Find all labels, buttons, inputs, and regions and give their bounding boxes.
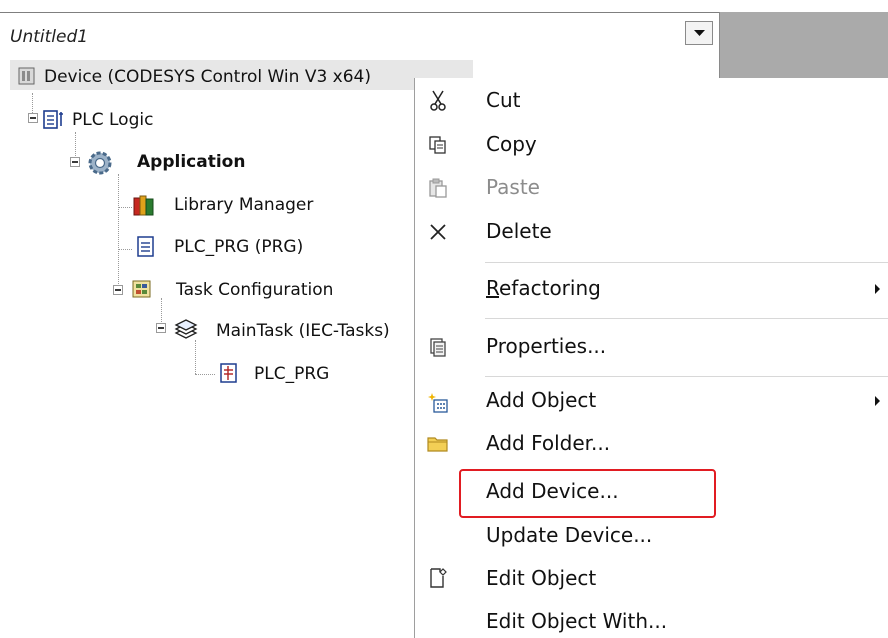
gear-icon <box>87 150 113 180</box>
program-call-icon <box>218 362 242 388</box>
books-icon <box>132 194 156 220</box>
tree-guide <box>118 174 119 292</box>
document-icon <box>136 236 156 262</box>
tree-item-library-manager[interactable]: Library Manager <box>174 195 313 215</box>
menu-item-update-device[interactable]: Update Device... <box>486 523 652 547</box>
menu-item-add-folder[interactable]: Add Folder... <box>486 431 610 455</box>
submenu-arrow-icon <box>875 396 880 406</box>
tree-item-task-configuration[interactable]: Task Configuration <box>176 280 333 300</box>
tree-guide <box>195 340 196 374</box>
collapse-toggle[interactable] <box>70 157 80 167</box>
submenu-arrow-icon <box>875 284 880 294</box>
menu-separator <box>485 376 888 377</box>
collapse-toggle[interactable] <box>156 323 166 333</box>
project-title: Untitled1 <box>10 27 89 47</box>
copy-icon <box>425 132 451 158</box>
task-config-icon <box>130 278 154 304</box>
menu-item-delete[interactable]: Delete <box>486 219 552 243</box>
menu-item-copy[interactable]: Copy <box>486 132 537 156</box>
collapse-toggle[interactable] <box>113 285 123 295</box>
project-dropdown-button[interactable] <box>685 21 713 45</box>
plc-logic-icon <box>43 110 67 134</box>
delete-x-icon <box>425 219 451 245</box>
highlight-box <box>459 469 716 518</box>
menu-item-edit-object-with[interactable]: Edit Object With... <box>486 609 667 633</box>
tree-item-plc-logic[interactable]: PLC Logic <box>72 110 153 130</box>
menu-item-add-object[interactable]: Add Object <box>486 388 596 412</box>
properties-icon <box>425 334 451 360</box>
tree-item-maintask[interactable]: MainTask (IEC-Tasks) <box>216 321 390 341</box>
tree-guide <box>118 249 132 250</box>
menu-item-cut[interactable]: Cut <box>486 88 520 112</box>
access-key-letter: R <box>486 276 499 300</box>
tree-item-application[interactable]: Application <box>137 152 245 172</box>
menu-separator <box>485 318 888 319</box>
tree-guide <box>118 207 132 208</box>
menu-item-edit-object[interactable]: Edit Object <box>486 566 596 590</box>
tree-guide <box>195 374 215 375</box>
paste-icon <box>425 175 451 201</box>
device-icon <box>17 66 37 90</box>
scissors-icon <box>425 88 451 114</box>
folder-icon <box>425 431 451 457</box>
menu-item-properties[interactable]: Properties... <box>486 334 606 358</box>
tree-item-plc-prg-call[interactable]: PLC_PRG <box>254 364 329 384</box>
add-object-icon <box>425 390 451 416</box>
menu-separator <box>485 262 888 263</box>
menu-item-refactoring-label: efactoring <box>499 276 601 300</box>
tree-item-plc-prg[interactable]: PLC_PRG (PRG) <box>174 237 303 257</box>
panel-top-border <box>0 12 720 13</box>
context-menu: Cut Copy Paste Delete Refactoring Proper… <box>414 78 888 638</box>
chevron-down-icon <box>693 29 705 36</box>
tree-item-device[interactable]: Device (CODESYS Control Win V3 x64) <box>44 67 371 87</box>
menu-item-paste[interactable]: Paste <box>486 175 540 199</box>
collapse-toggle[interactable] <box>28 113 38 123</box>
task-stack-icon <box>173 319 199 345</box>
menu-item-refactoring[interactable]: Refactoring <box>486 276 601 300</box>
edit-object-icon <box>425 565 451 591</box>
